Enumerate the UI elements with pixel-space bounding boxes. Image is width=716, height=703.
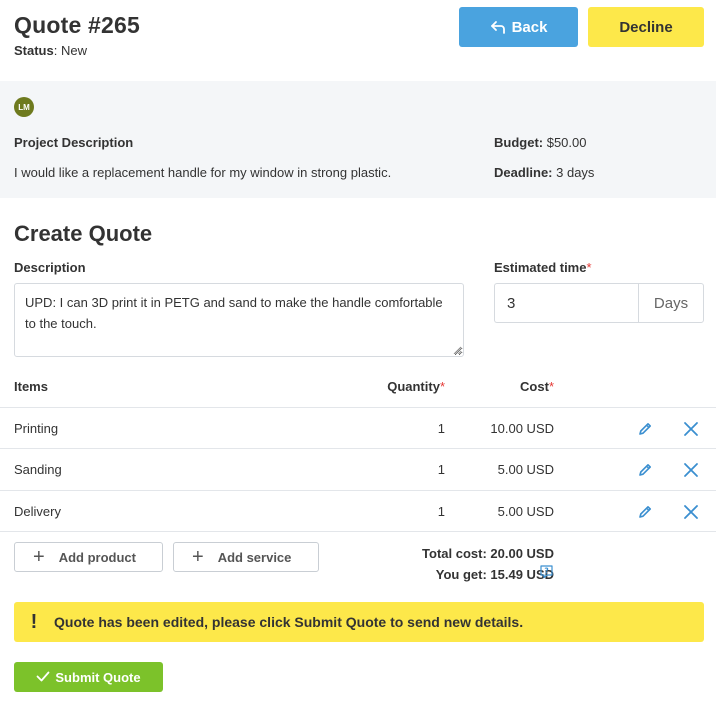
add-service-label: Add service bbox=[217, 549, 292, 565]
column-header-cost-text: Cost bbox=[520, 379, 549, 394]
add-service-button[interactable]: + Add service bbox=[173, 542, 319, 572]
status-line: Status: New bbox=[14, 43, 140, 58]
column-header-items: Items bbox=[14, 379, 48, 394]
checkmark-icon bbox=[36, 671, 50, 682]
add-product-button[interactable]: + Add product bbox=[14, 542, 163, 572]
estimated-time-label-text: Estimated time bbox=[494, 260, 587, 275]
description-textarea[interactable]: UPD: I can 3D print it in PETG and sand … bbox=[14, 283, 464, 357]
estimated-time-value: 3 bbox=[507, 294, 516, 312]
svg-text:?: ? bbox=[544, 566, 548, 575]
decline-button-label: Decline bbox=[619, 18, 673, 36]
project-description-label: Project Description bbox=[14, 135, 134, 150]
decline-button[interactable]: Decline bbox=[588, 7, 704, 47]
item-cost: 10.00 USD bbox=[490, 421, 554, 436]
project-details-panel: LM Project Description I would like a re… bbox=[0, 81, 716, 198]
edited-alert: ! Quote has been edited, please click Su… bbox=[14, 602, 704, 642]
item-name: Sanding bbox=[14, 462, 62, 477]
arrow-back-icon bbox=[490, 21, 505, 34]
pencil-icon[interactable] bbox=[637, 421, 653, 437]
deadline: Deadline: 3 days bbox=[494, 165, 594, 180]
item-quantity: 1 bbox=[437, 462, 445, 477]
avatar: LM bbox=[14, 97, 34, 117]
quote-header: Quote #265 Status: New bbox=[14, 12, 140, 58]
status-label: Status bbox=[14, 43, 54, 58]
deadline-value: 3 days bbox=[552, 165, 595, 180]
resize-grip-icon[interactable] bbox=[453, 346, 461, 354]
table-row: Delivery 1 5.00 USD bbox=[0, 490, 716, 532]
page-title: Quote #265 bbox=[14, 12, 140, 38]
submit-quote-button[interactable]: Submit Quote bbox=[14, 662, 163, 692]
plus-icon: + bbox=[33, 546, 45, 568]
back-button[interactable]: Back bbox=[459, 7, 578, 47]
required-mark: * bbox=[548, 379, 554, 394]
budget-label: Budget: bbox=[494, 135, 544, 150]
budget-value: $50.00 bbox=[543, 135, 587, 150]
required-mark: * bbox=[439, 379, 445, 394]
total-cost: Total cost: 20.00 USD bbox=[422, 546, 554, 561]
item-cost: 5.00 USD bbox=[497, 462, 554, 477]
description-label: Description bbox=[14, 260, 86, 275]
column-header-quantity-text: Quantity bbox=[387, 379, 440, 394]
table-row: Printing 1 10.00 USD bbox=[0, 407, 716, 449]
required-mark: * bbox=[586, 260, 592, 275]
close-icon[interactable] bbox=[682, 420, 700, 438]
deadline-label: Deadline: bbox=[494, 165, 553, 180]
back-button-label: Back bbox=[511, 18, 548, 36]
you-get: You get: 15.49 USD bbox=[435, 567, 554, 582]
close-icon[interactable] bbox=[682, 461, 700, 479]
item-quantity: 1 bbox=[437, 504, 445, 519]
submit-quote-label: Submit Quote bbox=[55, 669, 141, 685]
close-icon[interactable] bbox=[682, 503, 700, 521]
plus-icon: + bbox=[192, 546, 204, 568]
pencil-icon[interactable] bbox=[637, 504, 653, 520]
table-row: Sanding 1 5.00 USD bbox=[0, 448, 716, 490]
estimated-time-label: Estimated time* bbox=[494, 260, 592, 275]
status-value: : New bbox=[53, 43, 87, 58]
item-quantity: 1 bbox=[437, 421, 445, 436]
budget: Budget: $50.00 bbox=[494, 135, 586, 150]
exclamation-icon: ! bbox=[30, 610, 38, 633]
item-name: Delivery bbox=[14, 504, 61, 519]
pencil-icon[interactable] bbox=[637, 462, 653, 478]
create-quote-title: Create Quote bbox=[14, 221, 153, 246]
add-product-label: Add product bbox=[58, 549, 136, 565]
column-header-cost: Cost* bbox=[520, 379, 554, 394]
column-header-quantity: Quantity* bbox=[387, 379, 445, 394]
alert-message: Quote has been edited, please click Subm… bbox=[54, 614, 524, 630]
project-description-text: I would like a replacement handle for my… bbox=[14, 165, 392, 180]
table-divider bbox=[0, 531, 716, 532]
help-icon[interactable]: ? bbox=[539, 564, 554, 579]
totals: Total cost: 20.00 USD You get: 15.49 USD bbox=[422, 543, 554, 585]
estimated-time-input[interactable]: 3 bbox=[494, 283, 639, 323]
estimated-time-unit: Days bbox=[638, 283, 704, 323]
description-value: UPD: I can 3D print it in PETG and sand … bbox=[25, 295, 443, 331]
item-cost: 5.00 USD bbox=[497, 504, 554, 519]
item-name: Printing bbox=[14, 421, 59, 436]
